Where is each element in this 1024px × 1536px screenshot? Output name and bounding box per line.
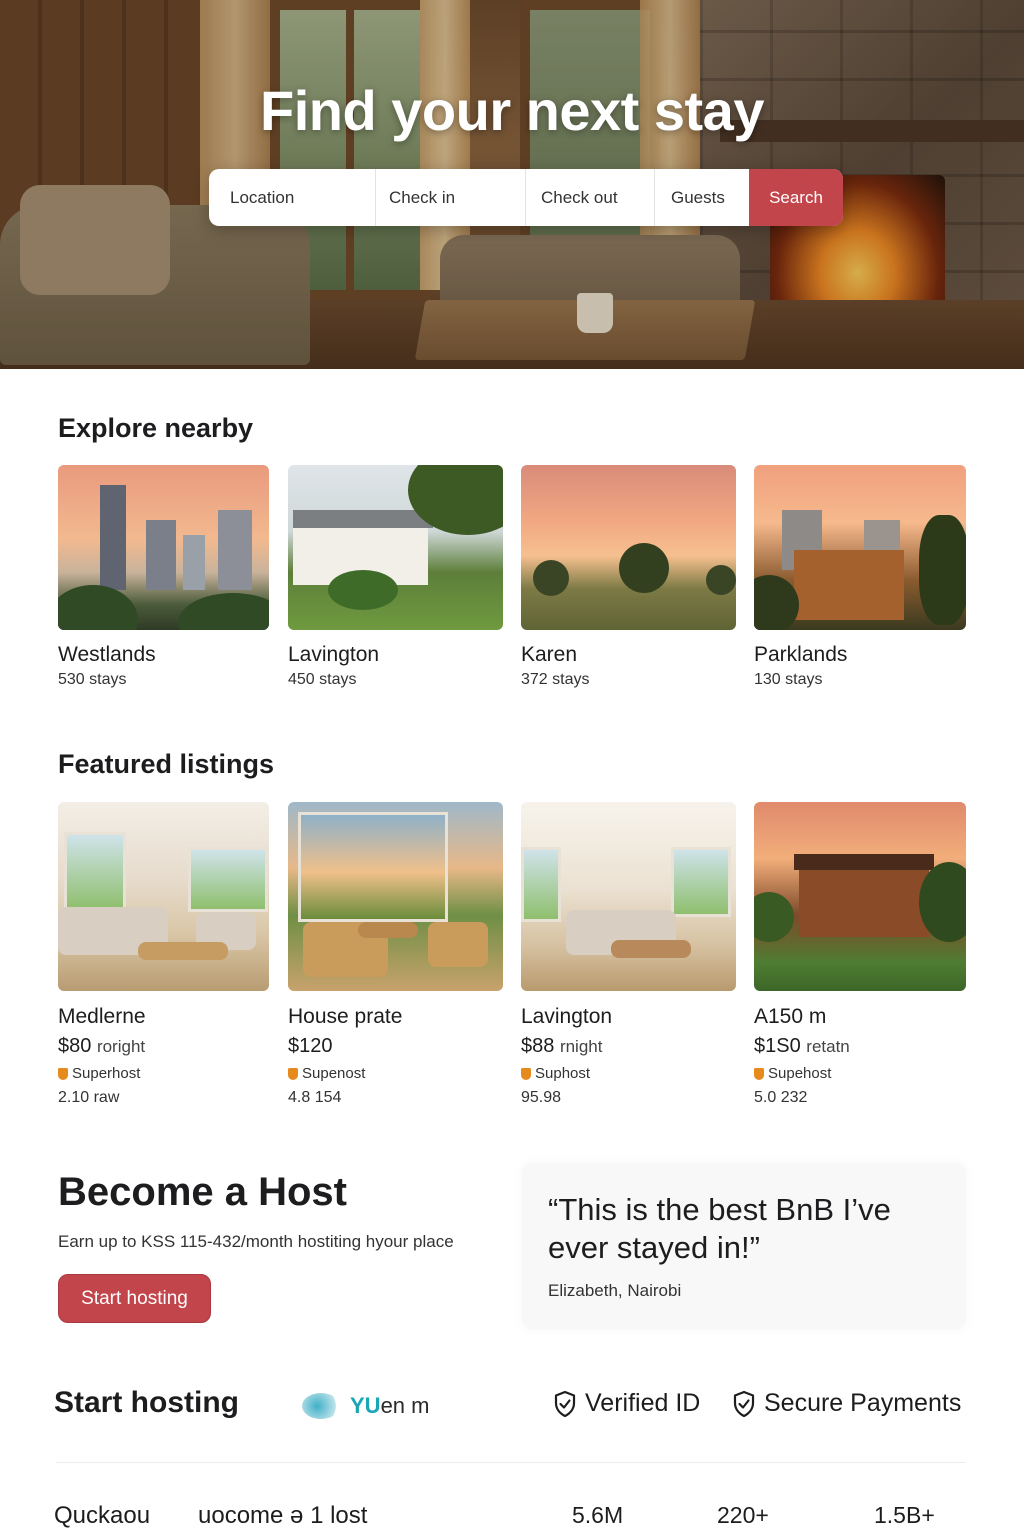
explore-card-lavington[interactable]: Lavington 450 stays <box>288 465 503 689</box>
testimonial-card: “This is the best BnB I’ve ever stayed i… <box>522 1163 966 1329</box>
listing-card[interactable]: House prate $120 Supenost 4.8 154 <box>288 802 503 1107</box>
stat-value: 5.6M <box>572 1502 624 1528</box>
secure-payments-label: Secure Payments <box>764 1389 962 1417</box>
featured-listings-title: Featured listings <box>58 749 275 779</box>
stats-label-secondary: uocome ə 1 lost <box>198 1502 368 1529</box>
search-button[interactable]: Search <box>749 169 843 226</box>
search-bar: Location Check in Check out Guests Searc… <box>209 169 843 226</box>
shield-check-icon <box>554 1390 576 1417</box>
lavington-image <box>288 465 503 630</box>
listing-rating: 4.8 154 <box>288 1089 342 1106</box>
listing-name: A150 m <box>754 1005 827 1028</box>
superhost-shield-icon <box>288 1067 298 1080</box>
partner-logo: YUen m <box>302 1389 492 1423</box>
shield-check-icon <box>733 1390 755 1417</box>
explore-card-karen[interactable]: Karen 372 stays <box>521 465 736 689</box>
listing-image <box>521 802 736 991</box>
listing-card[interactable]: A150 m $1S0 retatn Supehost 5.0 232 <box>754 802 966 1107</box>
testimonial-quote: “This is the best BnB I’ve ever stayed i… <box>548 1192 891 1265</box>
listing-image <box>58 802 269 991</box>
listing-price: $120 <box>288 1035 333 1057</box>
explore-card-stays: 530 stays <box>58 671 127 688</box>
trust-row-title: Start hosting <box>54 1386 239 1419</box>
become-host-title: Become a Host <box>58 1170 347 1214</box>
superhost-badge: Supenost <box>288 1065 503 1082</box>
superhost-badge: Superhost <box>58 1065 269 1082</box>
superhost-badge: Suphost <box>521 1065 736 1082</box>
testimonial-author: Elizabeth, Nairobi <box>548 1281 682 1300</box>
explore-card-name: Westlands <box>58 643 156 666</box>
listing-card[interactable]: Lavington $88 rnight Suphost 95.98 <box>521 802 736 1107</box>
superhost-badge: Supehost <box>754 1065 966 1082</box>
explore-card-name: Parklands <box>754 643 848 666</box>
partner-logo-wordmark: YUen m <box>350 1393 430 1418</box>
partner-logo-icon <box>302 1393 340 1419</box>
karen-image <box>521 465 736 630</box>
listing-image <box>288 802 503 991</box>
stat-value: 220+ <box>717 1502 769 1528</box>
listing-name: Lavington <box>521 1005 613 1028</box>
explore-card-name: Karen <box>521 643 578 666</box>
become-host-subtitle: Earn up to KSS 115-432/month hostiting h… <box>58 1232 454 1251</box>
listing-rating: 5.0 232 <box>754 1089 808 1106</box>
superhost-shield-icon <box>754 1067 764 1080</box>
listing-card[interactable]: Medlerne $80 roright Superhost 2.10 raw <box>58 802 269 1107</box>
stats-label-primary: Quckaou <box>54 1502 151 1529</box>
start-hosting-button[interactable]: Start hosting <box>58 1274 211 1323</box>
verified-id-label: Verified ID <box>585 1389 701 1417</box>
westlands-image <box>58 465 269 630</box>
explore-card-westlands[interactable]: Westlands 530 stays <box>58 465 269 689</box>
hero-title: Find your next stay <box>260 79 764 142</box>
divider <box>56 1462 966 1463</box>
listing-name: Medlerne <box>58 1005 146 1028</box>
parklands-image <box>754 465 966 630</box>
listing-price: $88 rnight <box>521 1035 603 1057</box>
stat-value: 1.5B+ <box>874 1502 935 1528</box>
location-input[interactable]: Location <box>209 169 376 226</box>
guests-input[interactable]: Guests <box>655 169 749 226</box>
explore-card-name: Lavington <box>288 643 380 666</box>
listing-price: $80 roright <box>58 1035 146 1057</box>
listing-rating: 95.98 <box>521 1089 562 1106</box>
listing-image <box>754 802 966 991</box>
listing-rating: 2.10 raw <box>58 1089 120 1106</box>
superhost-shield-icon <box>521 1067 531 1080</box>
listing-name: House prate <box>288 1005 403 1028</box>
check-out-input[interactable]: Check out <box>526 169 655 226</box>
explore-card-parklands[interactable]: Parklands 130 stays <box>754 465 966 689</box>
explore-nearby-title: Explore nearby <box>58 413 254 443</box>
secure-payments-item: Secure Payments <box>732 1389 961 1418</box>
check-in-input[interactable]: Check in <box>376 169 526 226</box>
listing-price: $1S0 retatn <box>754 1035 850 1057</box>
explore-card-stays: 372 stays <box>521 671 590 688</box>
explore-card-stays: 450 stays <box>288 671 357 688</box>
explore-card-stays: 130 stays <box>754 671 823 688</box>
verified-id-item: Verified ID <box>553 1389 700 1418</box>
superhost-shield-icon <box>58 1067 68 1080</box>
